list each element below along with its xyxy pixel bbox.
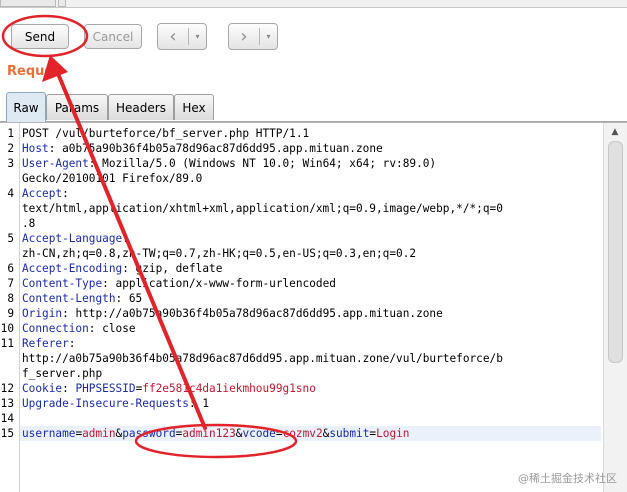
tab-label: Params xyxy=(54,100,100,115)
header-name: Upgrade-Insecure-Requests xyxy=(22,397,189,410)
line-number: 13 xyxy=(0,397,14,410)
header-value: gzip, deflate xyxy=(128,262,223,275)
line-number: 6 xyxy=(7,262,14,275)
line-number: 9 xyxy=(7,307,14,320)
param-value: admin xyxy=(82,427,116,440)
repeater-toolbar: Send Cancel ‹ ▾ › ▾ xyxy=(0,8,627,58)
request-line: POST /vul/burteforce/bf_server.php HTTP/… xyxy=(22,127,310,140)
header-value: application/x-www-form-urlencoded xyxy=(108,277,336,290)
tab-params[interactable]: Params xyxy=(46,94,108,120)
header-value: 65 xyxy=(122,292,143,305)
tab-label: Raw xyxy=(13,100,39,115)
line-number: 5 xyxy=(7,232,14,245)
tab-label: Hex xyxy=(182,100,206,115)
header-line: Accept-Encoding: gzip, deflate xyxy=(22,262,223,275)
top-tab-stub[interactable] xyxy=(0,0,56,7)
vertical-scrollbar[interactable]: ▲ xyxy=(603,123,627,492)
line-number: 4 xyxy=(7,187,14,200)
param-name: submit xyxy=(329,427,370,440)
header-line: Content-Length: 65 xyxy=(22,292,143,305)
header-name: Accept-Encoding xyxy=(22,262,123,275)
send-button[interactable]: Send xyxy=(11,24,69,49)
header-line: Accept-Language: xyxy=(22,232,129,245)
request-tabs: Params Headers Hex Raw xyxy=(0,92,627,122)
header-name: Accept xyxy=(22,187,63,200)
line-number: 12 xyxy=(0,382,14,395)
header-name: Connection xyxy=(22,322,89,335)
top-tab-strip xyxy=(0,0,627,8)
param-value: admin123 xyxy=(182,427,236,440)
header-name: Host xyxy=(22,142,49,155)
cookie-name: PHPSESSID xyxy=(75,382,136,395)
header-value: http://a0b75a90b36f4b05a78d96ac87d6dd95.… xyxy=(68,307,443,320)
tab-raw[interactable]: Raw xyxy=(6,92,46,122)
header-line: Content-Type: application/x-www-form-url… xyxy=(22,277,336,290)
header-line: Connection: close xyxy=(22,322,136,335)
tab-headers[interactable]: Headers xyxy=(108,94,174,120)
chevron-down-icon[interactable]: ▾ xyxy=(260,32,277,41)
header-line: Upgrade-Insecure-Requests: 1 xyxy=(22,397,210,410)
chevron-down-icon[interactable]: ▾ xyxy=(189,32,206,41)
header-line: Cookie: PHPSESSID=ff2e581c4da1iekmhou99g… xyxy=(22,382,316,395)
line-number: 15 xyxy=(0,427,14,440)
line-number: 11 xyxy=(0,337,14,350)
header-name: User-Agent xyxy=(22,157,89,170)
header-value: Mozilla/5.0 (Windows NT 10.0; Win64; x64… xyxy=(95,157,437,170)
watermark-text: @稀土掘金技术社区 xyxy=(518,472,617,485)
back-button[interactable]: ‹ ▾ xyxy=(157,23,207,50)
header-value-wrap: zh-CN,zh;q=0.8,zh-TW;q=0.7,zh-HK;q=0.5,e… xyxy=(22,247,417,260)
header-value-wrap: .8 xyxy=(22,217,36,230)
chevron-right-icon: › xyxy=(240,25,248,47)
cancel-button-label: Cancel xyxy=(92,29,134,44)
send-button-label: Send xyxy=(24,29,56,44)
cancel-button[interactable]: Cancel xyxy=(84,24,142,49)
header-line: Origin: http://a0b75a90b36f4b05a78d96ac8… xyxy=(22,307,443,320)
header-value: close xyxy=(95,322,136,335)
chevron-left-icon: ‹ xyxy=(169,25,177,47)
param-name: username xyxy=(22,427,76,440)
line-number: 2 xyxy=(7,142,14,155)
request-body: username=admin&password=admin123&vcode=c… xyxy=(22,427,410,440)
header-name: Cookie xyxy=(22,382,63,395)
header-value: 1 xyxy=(195,397,210,410)
header-line: Accept: xyxy=(22,187,69,200)
header-value-wrap: Gecko/20100101 Firefox/89.0 xyxy=(22,172,203,185)
line-number: 3 xyxy=(7,157,14,170)
param-value: cozmv2 xyxy=(282,427,323,440)
raw-request-editor[interactable]: 1 POST /vul/burteforce/bf_server.php HTT… xyxy=(0,122,627,492)
header-line: Host: a0b75a90b36f4b05a78d96ac87d6dd95.a… xyxy=(22,142,383,155)
tab-label: Headers xyxy=(116,100,166,115)
header-value-wrap: f_server.php xyxy=(22,367,103,380)
header-value-wrap: http://a0b75a90b36f4b05a78d96ac87d6dd95.… xyxy=(22,352,503,365)
header-value-wrap: text/html,application/xhtml+xml,applicat… xyxy=(22,202,503,215)
line-number: 8 xyxy=(7,292,14,305)
param-name: password xyxy=(122,427,176,440)
param-name: vcode xyxy=(242,427,276,440)
line-number: 7 xyxy=(7,277,14,290)
cookie-value: ff2e581c4da1iekmhou99g1sno xyxy=(142,382,316,395)
burp-repeater-window: Send Cancel ‹ ▾ › ▾ Reques Params Header… xyxy=(0,0,627,492)
header-name: Content-Type xyxy=(22,277,103,290)
scrollbar-thumb[interactable] xyxy=(608,141,623,363)
header-line: User-Agent: Mozilla/5.0 (Windows NT 10.0… xyxy=(22,157,437,170)
scroll-up-icon[interactable]: ▲ xyxy=(606,124,624,140)
header-name: Origin xyxy=(22,307,63,320)
param-value: Login xyxy=(376,427,410,440)
line-number: 10 xyxy=(0,322,14,335)
forward-button[interactable]: › ▾ xyxy=(228,23,278,50)
header-name: Accept-Language xyxy=(22,232,123,245)
header-value: a0b75a90b36f4b05a78d96ac87d6dd95.app.mit… xyxy=(55,142,383,155)
line-number: 1 xyxy=(7,127,14,140)
line-number: 14 xyxy=(0,412,14,425)
header-name: Referer xyxy=(22,337,69,350)
request-section-title: Reques xyxy=(7,64,61,79)
top-tab-stub[interactable] xyxy=(58,0,66,7)
tab-hex[interactable]: Hex xyxy=(174,94,214,120)
header-line: Referer: xyxy=(22,337,76,350)
header-name: Content-Length xyxy=(22,292,116,305)
